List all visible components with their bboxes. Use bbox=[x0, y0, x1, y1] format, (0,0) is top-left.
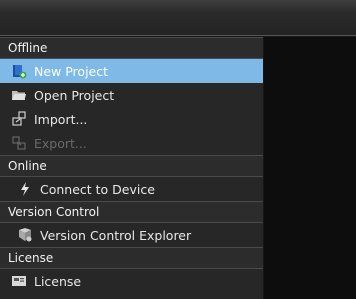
main-content-area bbox=[264, 37, 356, 299]
connect-to-device-label: Connect to Device bbox=[40, 181, 155, 197]
title-bar bbox=[0, 0, 356, 36]
import-label: Import... bbox=[34, 111, 88, 127]
section-header-offline: Offline bbox=[0, 37, 263, 59]
export-label: Export... bbox=[34, 135, 87, 151]
section-header-version-control: Version Control bbox=[0, 201, 263, 223]
version-control-explorer-button[interactable]: Version Control Explorer bbox=[0, 223, 263, 247]
version-control-icon bbox=[17, 227, 33, 243]
folder-icon bbox=[11, 87, 27, 103]
import-button[interactable]: Import... bbox=[0, 107, 263, 131]
section-header-online: Online bbox=[0, 155, 263, 177]
connect-to-device-button[interactable]: Connect to Device bbox=[0, 177, 263, 201]
section-header-license: License bbox=[0, 247, 263, 269]
new-project-button[interactable]: New Project bbox=[0, 59, 263, 83]
license-button[interactable]: License bbox=[0, 269, 263, 293]
export-icon bbox=[11, 135, 27, 151]
import-icon bbox=[11, 111, 27, 127]
export-button[interactable]: Export... bbox=[0, 131, 263, 155]
open-project-button[interactable]: Open Project bbox=[0, 83, 263, 107]
open-project-label: Open Project bbox=[34, 87, 115, 103]
version-control-explorer-label: Version Control Explorer bbox=[40, 227, 192, 243]
new-project-icon bbox=[11, 63, 27, 79]
lightning-icon bbox=[17, 181, 33, 197]
start-menu-panel: Offline New Project Open Project Import.… bbox=[0, 37, 263, 299]
license-icon bbox=[11, 273, 27, 289]
new-project-label: New Project bbox=[34, 63, 109, 79]
license-label: License bbox=[34, 273, 82, 289]
